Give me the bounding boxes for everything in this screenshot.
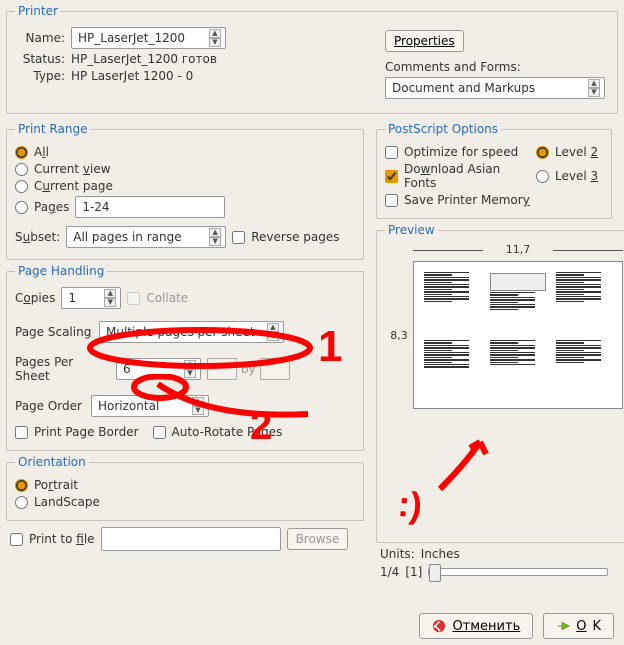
comments-label: Comments and Forms: [385, 60, 521, 74]
subset-value: All pages in range [73, 230, 181, 244]
pps-label: Pages Per Sheet [15, 355, 110, 383]
printer-name-value: HP_LaserJet_1200 [78, 31, 185, 45]
spin-icon: ▲▼ [104, 289, 116, 307]
level2-radio[interactable]: Level 2 [536, 145, 598, 159]
spin-icon: ▲▼ [267, 323, 279, 341]
subset-select[interactable]: All pages in range ▲▼ [66, 226, 226, 248]
range-current-view-radio[interactable]: Current view [15, 162, 111, 176]
type-label: Type: [15, 69, 65, 83]
cancel-icon [432, 619, 446, 633]
range-legend: Print Range [15, 122, 90, 136]
ps-legend: PostScript Options [385, 122, 501, 136]
spin-icon: ▲▼ [192, 397, 204, 415]
preview-slider[interactable] [428, 568, 608, 576]
print-range-section: Print Range All Current view Current pag… [6, 122, 364, 260]
browse-button: Browse [287, 528, 349, 550]
level3-radio[interactable]: Level 3 [536, 169, 598, 183]
name-label: Name: [15, 31, 65, 45]
scaling-value: Multiple pages per sheet [106, 325, 255, 339]
preview-width: 11,7 [413, 243, 623, 256]
order-label: Page Order [15, 399, 85, 413]
spin-icon: ▲▼ [184, 360, 196, 378]
range-current-page-radio[interactable]: Current page [15, 179, 113, 193]
collate-check: Collate [127, 291, 188, 305]
comments-value: Document and Markups [392, 81, 535, 95]
comments-select[interactable]: Document and Markups ▲▼ [385, 77, 605, 99]
ok-icon [556, 619, 570, 633]
reverse-pages-check[interactable]: Reverse pages [232, 230, 339, 244]
printer-section: Printer Name: HP_LaserJet_1200 ▲▼ Status… [6, 4, 618, 114]
file-path-input[interactable] [101, 527, 281, 551]
range-pages-radio[interactable]: Pages [15, 200, 69, 214]
orientation-legend: Orientation [15, 455, 89, 469]
autorotate-check[interactable]: Auto-Rotate Pages [153, 425, 283, 439]
postscript-section: PostScript Options Optimize for speed Le… [376, 122, 612, 219]
ok-button[interactable]: OK [543, 613, 614, 639]
custom-grid: by [207, 358, 290, 380]
landscape-radio[interactable]: LandScape [15, 495, 100, 509]
save-memory-check[interactable]: Save Printer Memory [385, 193, 530, 207]
spin-icon: ▲▼ [209, 228, 221, 246]
cancel-button[interactable]: Отменить [419, 613, 533, 639]
units-label: Units: [380, 547, 415, 561]
portrait-radio[interactable]: Portrait [15, 478, 78, 492]
properties-label: Properties [394, 34, 455, 48]
status-value: HP_LaserJet_1200 готов [71, 52, 217, 66]
spin-icon: ▲▼ [209, 29, 221, 47]
print-to-file-check[interactable]: Print to file [10, 532, 95, 546]
pps-select[interactable]: 6 ▲▼ [116, 358, 201, 380]
preview-height: 8,3 [389, 261, 409, 409]
handling-legend: Page Handling [15, 264, 107, 278]
preview-section: Preview 11,7 8,3 [376, 223, 624, 543]
pages-input[interactable]: 1-24 [75, 196, 225, 218]
scaling-select[interactable]: Multiple pages per sheet ▲▼ [99, 321, 284, 343]
copies-spin[interactable]: 1 ▲▼ [61, 287, 121, 309]
preview-counter2: [1] [405, 565, 422, 579]
copies-value: 1 [68, 291, 104, 305]
type-value: HP LaserJet 1200 - 0 [71, 69, 193, 83]
cancel-label: Отменить [452, 619, 520, 634]
order-select[interactable]: Horizontal ▲▼ [91, 395, 209, 417]
copies-label: Copies [15, 291, 55, 305]
asian-fonts-check[interactable]: Download Asian Fonts [385, 162, 530, 190]
printer-name-select[interactable]: HP_LaserJet_1200 ▲▼ [71, 27, 226, 49]
range-all-radio[interactable]: All [15, 145, 49, 159]
page-handling-section: Page Handling Copies 1 ▲▼ Collate Page S… [6, 264, 364, 451]
scaling-label: Page Scaling [15, 325, 93, 339]
pps-value: 6 [123, 362, 131, 376]
orientation-section: Orientation Portrait LandScape [6, 455, 364, 521]
printer-legend: Printer [15, 4, 61, 18]
optimize-check[interactable]: Optimize for speed [385, 145, 530, 159]
subset-label: Subset: [15, 230, 60, 244]
preview-image [413, 261, 623, 409]
status-label: Status: [15, 52, 65, 66]
pages-value: 1-24 [82, 200, 109, 214]
preview-legend: Preview [385, 223, 438, 237]
border-check[interactable]: Print Page Border [15, 425, 139, 439]
order-value: Horizontal [98, 399, 159, 413]
units-value: Inches [421, 547, 460, 561]
preview-counter: 1/4 [380, 565, 399, 579]
properties-button[interactable]: Properties [385, 30, 464, 52]
spin-icon: ▲▼ [588, 79, 600, 97]
